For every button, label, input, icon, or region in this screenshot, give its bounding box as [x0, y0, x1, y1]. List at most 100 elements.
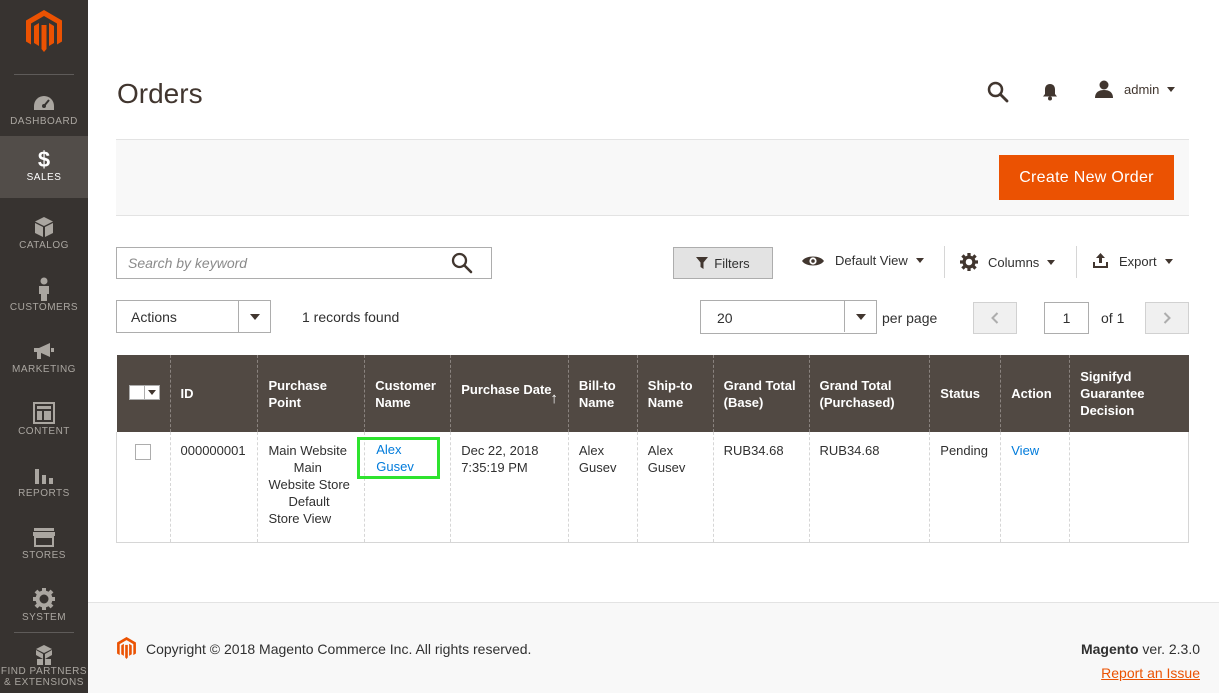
sidebar-item-stores[interactable]: STORES: [0, 514, 88, 576]
purchase-point-line: Main Website: [268, 443, 347, 458]
sidebar-item-partners[interactable]: FIND PARTNERS & EXTENSIONS: [0, 636, 88, 693]
mass-select-checkbox[interactable]: [128, 384, 160, 400]
copyright-text: Copyright © 2018 Magento Commerce Inc. A…: [146, 641, 532, 657]
search-icon[interactable]: [987, 81, 1009, 103]
column-header-purchase-date[interactable]: Purchase Date ↑: [450, 355, 569, 432]
chevron-left-icon: [991, 312, 999, 324]
report-issue-link[interactable]: Report an Issue: [1101, 665, 1200, 681]
page-actions-bar: Create New Order: [116, 139, 1189, 216]
per-page-select[interactable]: 20: [700, 300, 877, 334]
column-header-status[interactable]: Status: [929, 355, 1001, 432]
chevron-down-icon: [915, 258, 924, 263]
customer-name-link[interactable]: Alex Gusev: [376, 442, 414, 474]
column-header-action: Action: [1000, 355, 1070, 432]
columns-label: Columns: [988, 254, 1040, 270]
export-icon: [1093, 253, 1108, 268]
sidebar-divider: [14, 74, 74, 75]
column-header-ship-to[interactable]: Ship-to Name: [636, 355, 714, 432]
sidebar-item-content[interactable]: CONTENT: [0, 390, 88, 452]
filters-button[interactable]: Filters: [673, 247, 773, 279]
purchase-date-day: Dec 22, 2018: [461, 443, 539, 458]
sidebar-item-label: REPORTS: [18, 488, 70, 499]
megaphone-icon: [0, 336, 88, 364]
sidebar-item-customers[interactable]: CUSTOMERS: [0, 266, 88, 328]
bell-icon[interactable]: [1042, 83, 1058, 101]
sidebar-divider: [14, 632, 74, 633]
search-icon[interactable]: [451, 252, 473, 274]
sidebar-item-reports[interactable]: REPORTS: [0, 452, 88, 514]
chevron-down-icon[interactable]: [844, 301, 876, 332]
gear-icon: [960, 253, 978, 271]
purchase-date-time: 7:35:19 PM: [461, 460, 528, 475]
search-input[interactable]: [117, 248, 447, 278]
order-status: Pending: [929, 432, 1001, 542]
admin-username: admin: [1124, 81, 1160, 97]
page-number-input[interactable]: 1: [1044, 302, 1089, 334]
boxes-icon: [0, 640, 88, 666]
export-dropdown[interactable]: Export: [1092, 253, 1173, 269]
sidebar-item-sales[interactable]: $ SALES: [0, 136, 88, 198]
column-header-signifyd[interactable]: Signifyd Guarantee Decision: [1069, 355, 1189, 432]
purchase-point-line: Store View: [268, 511, 332, 526]
sidebar-item-marketing[interactable]: MARKETING: [0, 328, 88, 390]
purchase-point: Main Website Main Website Store Default …: [257, 432, 365, 542]
ship-to-last: Gusev: [647, 460, 686, 475]
mass-actions-select[interactable]: Actions: [116, 300, 271, 333]
sidebar-item-label: STORES: [22, 550, 66, 561]
filters-label: Filters: [714, 255, 750, 271]
export-label: Export: [1119, 253, 1157, 269]
previous-page-button[interactable]: [973, 302, 1017, 334]
column-header-purchase-point[interactable]: Purchase Point: [257, 355, 365, 432]
view-dropdown[interactable]: Default View: [801, 253, 924, 268]
version-info: Magento ver. 2.3.0: [1081, 641, 1200, 657]
column-header-grand-total-base[interactable]: Grand Total (Base): [712, 355, 809, 432]
chevron-down-icon: [1047, 259, 1056, 265]
bill-to-last: Gusev: [578, 460, 617, 475]
ship-to-first: Alex: [647, 443, 674, 458]
sidebar-item-label: DASHBOARD: [10, 116, 78, 127]
column-header-customer-name[interactable]: Customer Name: [364, 355, 451, 432]
sidebar-item-label: SALES: [26, 172, 62, 183]
table-row[interactable]: 000000001 Main Website Main Website Stor…: [116, 432, 1189, 542]
toolbar-divider: [944, 246, 945, 278]
ship-to-name: Alex Gusev: [636, 432, 714, 542]
dashboard-icon: [0, 88, 88, 116]
magento-logo-icon[interactable]: [26, 10, 62, 52]
sidebar-item-label: FIND PARTNERS & EXTENSIONS: [0, 666, 88, 688]
storefront-icon: [0, 522, 88, 550]
grand-total-base: RUB34.68: [712, 432, 809, 542]
customer-name-highlight: Alex Gusev: [357, 437, 441, 479]
page-title: Orders: [117, 78, 203, 109]
row-checkbox[interactable]: [135, 444, 151, 460]
per-page-label: per page: [882, 310, 938, 326]
column-header-id[interactable]: ID: [169, 355, 258, 432]
view-order-link[interactable]: View: [1011, 443, 1039, 458]
grid-header-row: ID Purchase Point Customer Name Purchase…: [116, 355, 1189, 432]
bar-chart-icon: [0, 460, 88, 488]
product-name: Magento: [1080, 641, 1139, 657]
sidebar-item-catalog[interactable]: CATALOG: [0, 204, 88, 266]
next-page-button[interactable]: [1145, 302, 1189, 334]
create-new-order-button[interactable]: Create New Order: [999, 155, 1174, 200]
toolbar-divider: [1076, 246, 1077, 278]
chevron-down-icon: [1164, 258, 1173, 264]
bill-to-name: Alex Gusev: [567, 432, 638, 542]
purchase-date-label: Purchase Date: [461, 381, 552, 397]
column-header-bill-to[interactable]: Bill-to Name: [567, 355, 638, 432]
admin-user-menu[interactable]: admin: [1094, 80, 1176, 98]
chevron-down-icon[interactable]: [238, 301, 270, 332]
dollar-icon: $: [37, 147, 51, 172]
mass-select-header[interactable]: [116, 355, 170, 432]
sidebar-item-label: CUSTOMERS: [9, 302, 79, 313]
chevron-right-icon: [1163, 312, 1171, 324]
person-icon: [0, 274, 88, 302]
purchase-point-line: Website Store: [268, 477, 350, 492]
mass-actions-label: Actions: [131, 309, 177, 325]
column-header-grand-total-purchased[interactable]: Grand Total (Purchased): [808, 355, 930, 432]
records-found: 1 records found: [302, 309, 400, 325]
sidebar-item-dashboard[interactable]: DASHBOARD: [0, 80, 88, 142]
magento-logo-icon: [117, 637, 136, 659]
order-id: 000000001: [169, 432, 258, 542]
sidebar-item-system[interactable]: SYSTEM: [0, 576, 88, 638]
columns-dropdown[interactable]: Columns: [960, 253, 1056, 271]
